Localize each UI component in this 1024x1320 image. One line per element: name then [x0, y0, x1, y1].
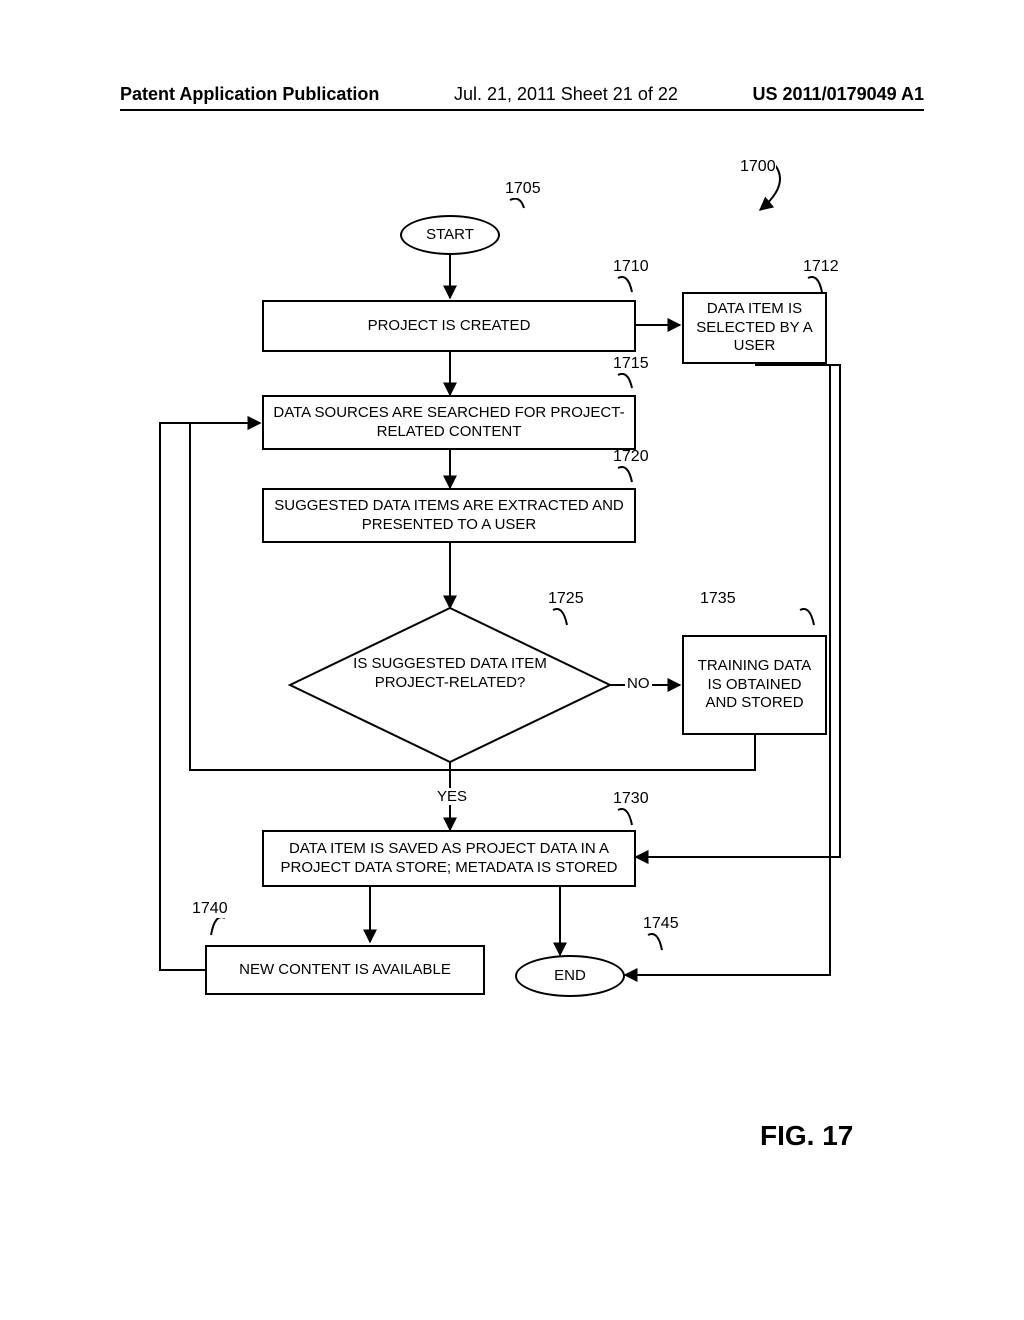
- edge-yes: YES: [435, 788, 469, 805]
- ref-suggest-extract: 1720: [613, 448, 649, 466]
- data-item-selected-label: DATA ITEM IS SELECTED BY A USER: [692, 300, 817, 356]
- ref-end: 1745: [643, 915, 679, 933]
- start-node: START: [400, 215, 500, 255]
- ref-decision: 1725: [548, 590, 584, 608]
- training-label: TRAINING DATA IS OBTAINED AND STORED: [692, 657, 817, 713]
- save-data-label: DATA ITEM IS SAVED AS PROJECT DATA IN A …: [272, 840, 626, 878]
- end-node: END: [515, 955, 625, 997]
- decision-node: IS SUGGESTED DATA ITEM PROJECT-RELATED?: [350, 655, 550, 693]
- edge-no: NO: [625, 675, 652, 692]
- flowchart: 1700 1705 1710 1712 1715 1720 1725 1735 …: [0, 0, 1024, 1320]
- ref-start: 1705: [505, 180, 541, 198]
- ref-overall: 1700: [740, 158, 776, 176]
- ref-training: 1735: [700, 590, 736, 608]
- figure-label: FIG. 17: [760, 1120, 853, 1152]
- suggest-extract-node: SUGGESTED DATA ITEMS ARE EXTRACTED AND P…: [262, 488, 636, 543]
- ref-save-data: 1730: [613, 790, 649, 808]
- search-sources-node: DATA SOURCES ARE SEARCHED FOR PROJECT-RE…: [262, 395, 636, 450]
- ref-new-content: 1740: [192, 900, 228, 918]
- end-label: END: [554, 967, 586, 986]
- save-data-node: DATA ITEM IS SAVED AS PROJECT DATA IN A …: [262, 830, 636, 887]
- data-item-selected-node: DATA ITEM IS SELECTED BY A USER: [682, 292, 827, 364]
- page: Patent Application Publication Jul. 21, …: [0, 0, 1024, 1320]
- ref-data-item-selected: 1712: [803, 258, 839, 276]
- project-created-node: PROJECT IS CREATED: [262, 300, 636, 352]
- training-node: TRAINING DATA IS OBTAINED AND STORED: [682, 635, 827, 735]
- decision-label: IS SUGGESTED DATA ITEM PROJECT-RELATED?: [353, 655, 547, 691]
- project-created-label: PROJECT IS CREATED: [368, 317, 531, 336]
- ref-search-sources: 1715: [613, 355, 649, 373]
- ref-project-created: 1710: [613, 258, 649, 276]
- suggest-extract-label: SUGGESTED DATA ITEMS ARE EXTRACTED AND P…: [272, 497, 626, 535]
- search-sources-label: DATA SOURCES ARE SEARCHED FOR PROJECT-RE…: [272, 404, 626, 442]
- new-content-node: NEW CONTENT IS AVAILABLE: [205, 945, 485, 995]
- new-content-label: NEW CONTENT IS AVAILABLE: [239, 961, 451, 980]
- start-label: START: [426, 226, 474, 245]
